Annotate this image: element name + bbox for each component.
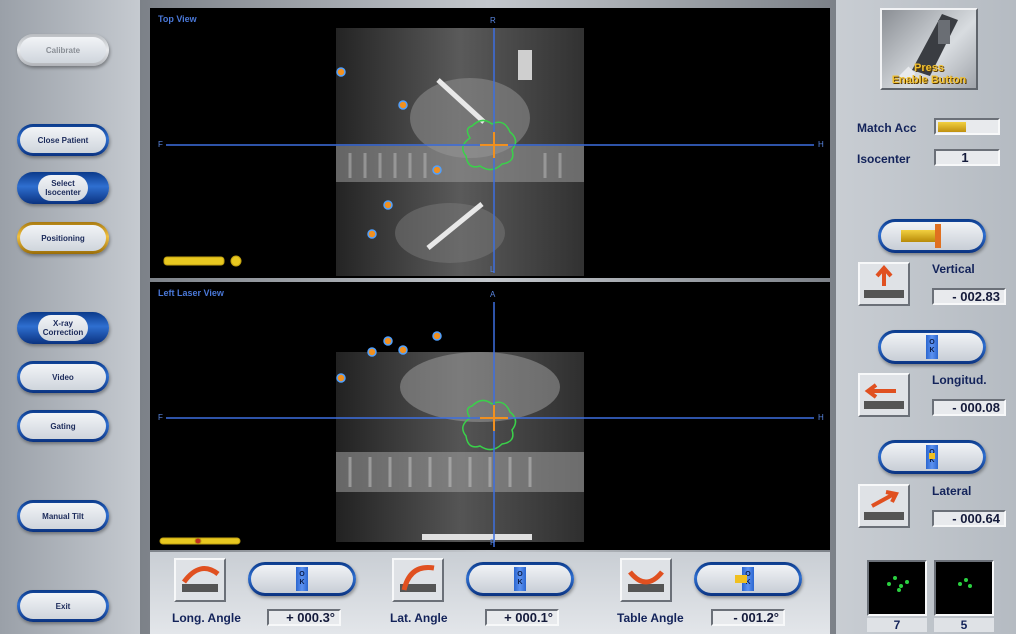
gating-button[interactable]: Gating [17,410,109,442]
match-acc-fill [938,121,966,132]
vertical-value: - 002.83 [932,288,1006,305]
mini-view-2[interactable] [934,560,994,616]
mini-view-2-markers [958,578,972,588]
top-view-label-bottom: L [490,265,495,274]
vertical-icon [858,262,910,306]
longitud-ok: OK [926,335,938,359]
left-view-label-bottom: P [490,538,496,547]
exit-button[interactable]: Exit [17,590,109,622]
vertical-indicator [878,219,986,253]
angle-bar: OK Long. Angle + 000.3° OK Lat. Angle + … [150,552,830,634]
lat-angle-value: + 000.1° [485,609,559,626]
mini-view-1[interactable] [867,560,927,616]
enable-button-line2: Enable Button [891,74,967,86]
top-view-image [163,28,814,276]
close-patient-button[interactable]: Close Patient [17,124,109,156]
lateral-icon [858,484,910,528]
long-angle-indicator: OK [248,562,356,596]
left-laser-view-panel[interactable]: Left Laser View A F H P [150,282,830,550]
top-view-label-right: H [818,140,824,149]
xray-correction-button[interactable]: X-ray Correction [17,312,109,344]
longitud-icon [858,373,910,417]
left-view-label-right: H [818,413,824,422]
table-angle-indicator: OK [694,562,802,596]
isocenter-value: 1 [934,149,1000,166]
lateral-label: Lateral [932,484,972,498]
top-view-panel[interactable]: Top View R F H L [150,8,830,278]
vertical-label: Vertical [932,262,975,276]
long-angle-value: + 000.3° [267,609,341,626]
lateral-value: - 000.64 [932,510,1006,527]
select-isocenter-button[interactable]: Select Isocenter [17,172,109,204]
enable-button-panel[interactable]: Press Enable Button [880,8,978,90]
left-view-label-top: A [490,290,496,299]
long-angle-ok: OK [296,567,308,591]
match-acc-label: Match Acc [857,121,917,135]
top-view-title: Top View [158,14,197,24]
lat-angle-ok: OK [514,567,526,591]
longitud-value: - 000.08 [932,399,1006,416]
top-view-label-left: F [158,140,163,149]
lat-angle-indicator: OK [466,562,574,596]
lat-angle-icon [392,558,444,602]
table-angle-icon [620,558,672,602]
left-laser-view-title: Left Laser View [158,288,224,298]
manual-tilt-button[interactable]: Manual Tilt [17,500,109,532]
video-button[interactable]: Video [17,361,109,393]
lateral-indicator: OK [878,440,986,474]
mini-view-1-markers [887,576,909,592]
calibrate-button[interactable]: Calibrate [17,34,109,66]
long-angle-label: Long. Angle [172,611,241,625]
left-laser-view-image [159,302,814,547]
long-angle-icon [174,558,226,602]
top-view-label-top: R [490,16,496,25]
longitud-indicator: OK [878,330,986,364]
table-angle-label: Table Angle [617,611,684,625]
isocenter-label: Isocenter [857,152,911,166]
mini-view-1-number: 7 [867,618,927,632]
lat-angle-label: Lat. Angle [390,611,448,625]
longitud-label: Longitud. [932,373,987,387]
enable-button-line1: Press [914,62,944,74]
match-acc-meter [934,118,1000,135]
positioning-button[interactable]: Positioning [17,222,109,254]
table-angle-value: - 001.2° [711,609,785,626]
left-view-label-left: F [158,413,163,422]
mini-view-2-number: 5 [934,618,994,632]
